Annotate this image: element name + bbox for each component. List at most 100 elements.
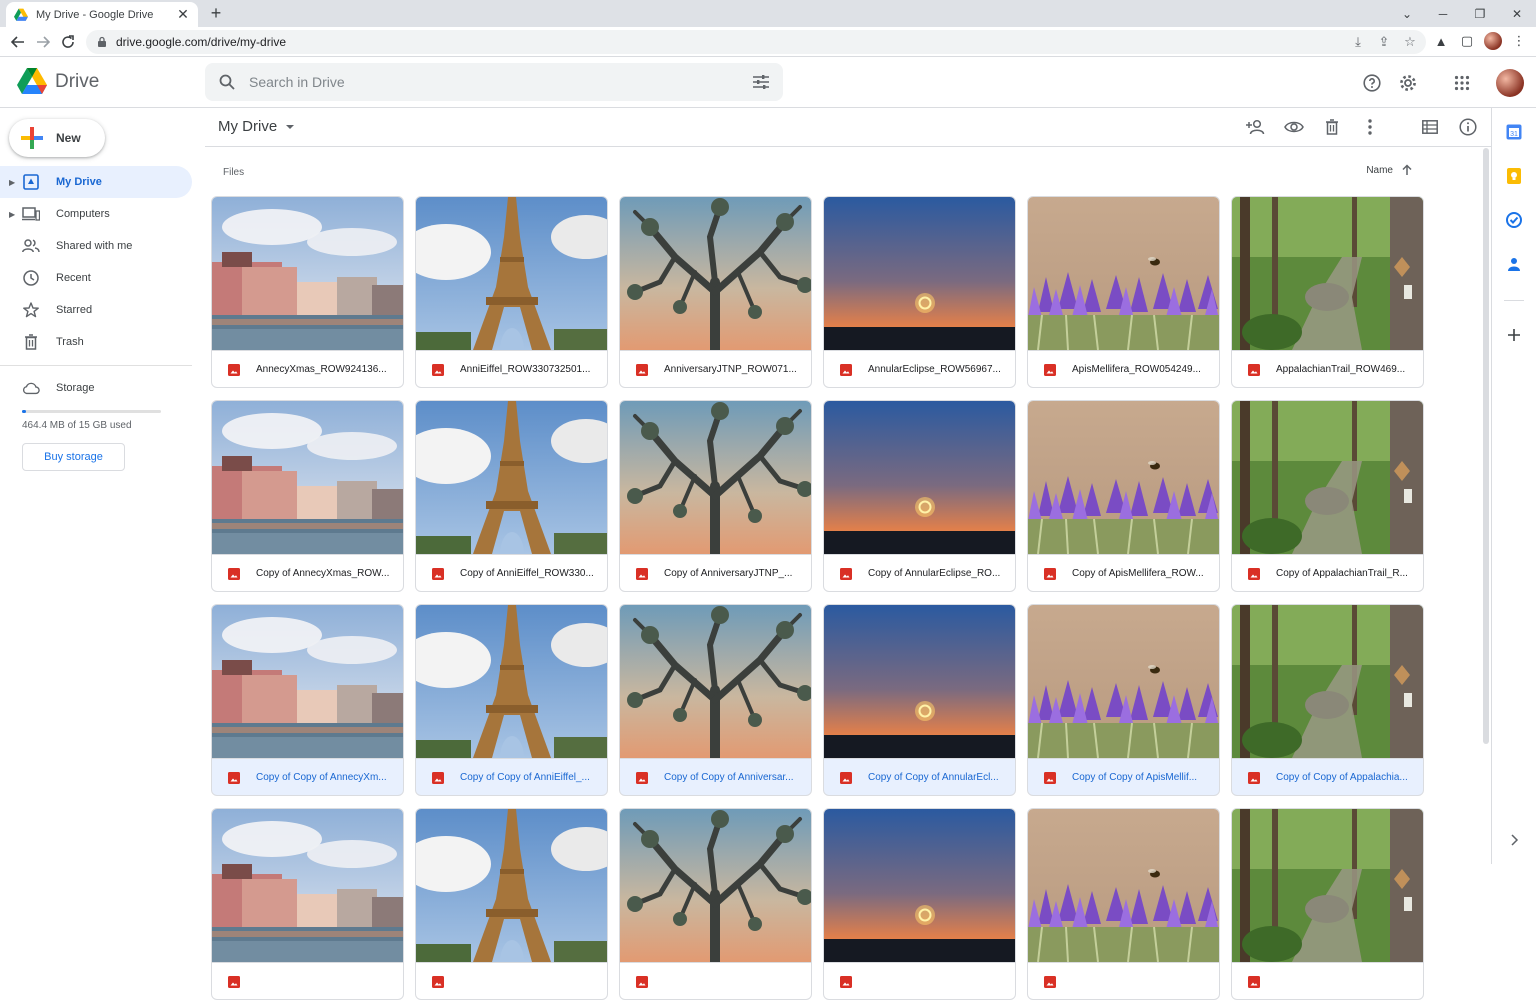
file-name: AnniversaryJTNP_ROW071... [664, 364, 797, 375]
image-file-icon [228, 771, 240, 784]
details-info-icon[interactable] [1453, 112, 1483, 142]
settings-gear-icon[interactable] [1392, 67, 1424, 99]
search-input[interactable] [249, 74, 739, 90]
sidebar-item-shared[interactable]: Shared with me [0, 230, 192, 262]
bookmark-star-icon[interactable]: ☆ [1402, 33, 1418, 51]
file-name: Copy of Copy of Anniversar... [664, 772, 794, 783]
main-toolbar: My Drive [205, 108, 1491, 147]
file-name: Copy of AnnularEclipse_RO... [868, 568, 1001, 579]
file-card-footer [1028, 962, 1219, 999]
file-thumbnail [824, 605, 1015, 758]
file-card[interactable] [823, 808, 1016, 1000]
restore-button[interactable]: ❐ [1462, 0, 1498, 27]
file-card[interactable]: AppalachianTrail_ROW469... [1231, 196, 1424, 388]
file-card[interactable]: Copy of AnnularEclipse_RO... [823, 400, 1016, 592]
sidebar-item-computers[interactable]: ▶ Computers [0, 198, 192, 230]
file-card[interactable]: Copy of AnnecyXmas_ROW... [211, 400, 404, 592]
sidebar-item-recent[interactable]: Recent [0, 262, 192, 294]
new-tab-button[interactable]: + [206, 3, 226, 23]
file-card-footer: AnnecyXmas_ROW924136... [212, 350, 403, 387]
storage-usage-fill [22, 410, 27, 413]
sidebar-item-label: My Drive [56, 176, 102, 188]
file-card[interactable]: AnnularEclipse_ROW56967... [823, 196, 1016, 388]
file-card[interactable]: Copy of AnniEiffel_ROW330... [415, 400, 608, 592]
keep-icon[interactable] [1504, 166, 1524, 186]
image-file-icon [228, 567, 240, 580]
buy-storage-button[interactable]: Buy storage [22, 443, 125, 471]
apps-grid-icon[interactable] [1446, 67, 1478, 99]
sidebar-item-label: Recent [56, 272, 91, 284]
file-card-footer: Copy of Copy of ApisMellif... [1028, 758, 1219, 795]
list-view-icon[interactable] [1415, 112, 1445, 142]
sidebar-item-my-drive[interactable]: ▶ My Drive [0, 166, 192, 198]
file-card-footer [416, 962, 607, 999]
file-card[interactable] [415, 808, 608, 1000]
file-card[interactable]: AnniversaryJTNP_ROW071... [619, 196, 812, 388]
new-button[interactable]: New [9, 119, 105, 157]
expand-panel-chevron-icon[interactable] [1504, 830, 1524, 850]
more-actions-icon[interactable] [1355, 112, 1385, 142]
share-icon[interactable]: ⇪ [1376, 33, 1392, 51]
file-card[interactable]: Copy of Copy of AnniEiffel_... [415, 604, 608, 796]
files-section-label: Files [223, 167, 245, 178]
image-file-icon [636, 363, 648, 376]
share-add-person-icon[interactable] [1241, 112, 1271, 142]
location-dropdown[interactable]: My Drive [218, 118, 295, 135]
file-thumbnail [212, 197, 403, 350]
file-card[interactable] [211, 808, 404, 1000]
file-card[interactable]: Copy of Copy of Appalachia... [1231, 604, 1424, 796]
file-card[interactable]: Copy of Copy of ApisMellif... [1027, 604, 1220, 796]
extension-flask-icon[interactable]: ▲ [1432, 32, 1450, 50]
sidebar-item-storage[interactable]: Storage [0, 372, 192, 404]
add-addon-plus-icon[interactable] [1504, 325, 1524, 345]
file-card-footer [824, 962, 1015, 999]
file-card[interactable]: Copy of AnniversaryJTNP_... [619, 400, 812, 592]
file-card[interactable]: Copy of Copy of AnnularEcl... [823, 604, 1016, 796]
file-name: AnniEiffel_ROW330732501... [460, 364, 591, 375]
reload-button[interactable] [58, 32, 78, 52]
forward-button[interactable] [33, 32, 53, 52]
file-card[interactable] [1027, 808, 1220, 1000]
remove-trash-icon[interactable] [1317, 112, 1347, 142]
file-card[interactable]: ApisMellifera_ROW054249... [1027, 196, 1220, 388]
tab-close-icon[interactable]: ✕ [176, 6, 190, 23]
address-bar-row: drive.google.com/drive/my-drive ⤓ ⇪ ☆ ▲ … [0, 27, 1536, 57]
omnibox[interactable]: drive.google.com/drive/my-drive ⤓ ⇪ ☆ [86, 30, 1426, 54]
browser-menu-icon[interactable]: ⋮ [1510, 32, 1528, 50]
file-card[interactable] [619, 808, 812, 1000]
browser-profile-avatar[interactable] [1484, 32, 1502, 50]
tasks-icon[interactable] [1504, 210, 1524, 230]
back-button[interactable] [8, 32, 28, 52]
calendar-icon[interactable]: 31 [1504, 122, 1524, 142]
sidebar-item-starred[interactable]: Starred [0, 294, 192, 326]
image-file-icon [228, 363, 240, 376]
sort-by-name-button[interactable]: Name [1366, 164, 1413, 176]
file-card[interactable]: Copy of AppalachianTrail_R... [1231, 400, 1424, 592]
preview-eye-icon[interactable] [1279, 112, 1309, 142]
close-window-button[interactable]: ✕ [1499, 0, 1535, 27]
drive-logo[interactable]: Drive [17, 68, 99, 95]
tab-search-chevron-icon[interactable]: ⌄ [1389, 0, 1425, 27]
file-name: AppalachianTrail_ROW469... [1276, 364, 1406, 375]
browser-tab[interactable]: My Drive - Google Drive ✕ [6, 2, 198, 27]
expand-caret-icon[interactable]: ▶ [9, 178, 15, 187]
search-icon[interactable] [205, 74, 249, 90]
account-avatar[interactable] [1496, 69, 1524, 97]
file-thumbnail [824, 197, 1015, 350]
file-card[interactable]: AnnecyXmas_ROW924136... [211, 196, 404, 388]
install-icon[interactable]: ⤓ [1350, 33, 1366, 51]
file-card[interactable]: Copy of Copy of Anniversar... [619, 604, 812, 796]
minimize-button[interactable]: ─ [1425, 0, 1461, 27]
expand-caret-icon[interactable]: ▶ [9, 210, 15, 219]
file-card[interactable]: Copy of Copy of AnnecyXm... [211, 604, 404, 796]
browser-tabstrip: My Drive - Google Drive ✕ + ⌄ ─ ❐ ✕ [0, 0, 1536, 27]
file-card[interactable] [1231, 808, 1424, 1000]
main-scrollbar[interactable] [1483, 148, 1489, 744]
file-card[interactable]: Copy of ApisMellifera_ROW... [1027, 400, 1220, 592]
search-options-icon[interactable] [739, 75, 783, 89]
file-card[interactable]: AnniEiffel_ROW330732501... [415, 196, 608, 388]
side-panel-icon[interactable]: ▢ [1458, 32, 1476, 50]
help-icon[interactable] [1356, 67, 1388, 99]
sidebar-item-trash[interactable]: Trash [0, 326, 192, 358]
contacts-icon[interactable] [1504, 254, 1524, 274]
